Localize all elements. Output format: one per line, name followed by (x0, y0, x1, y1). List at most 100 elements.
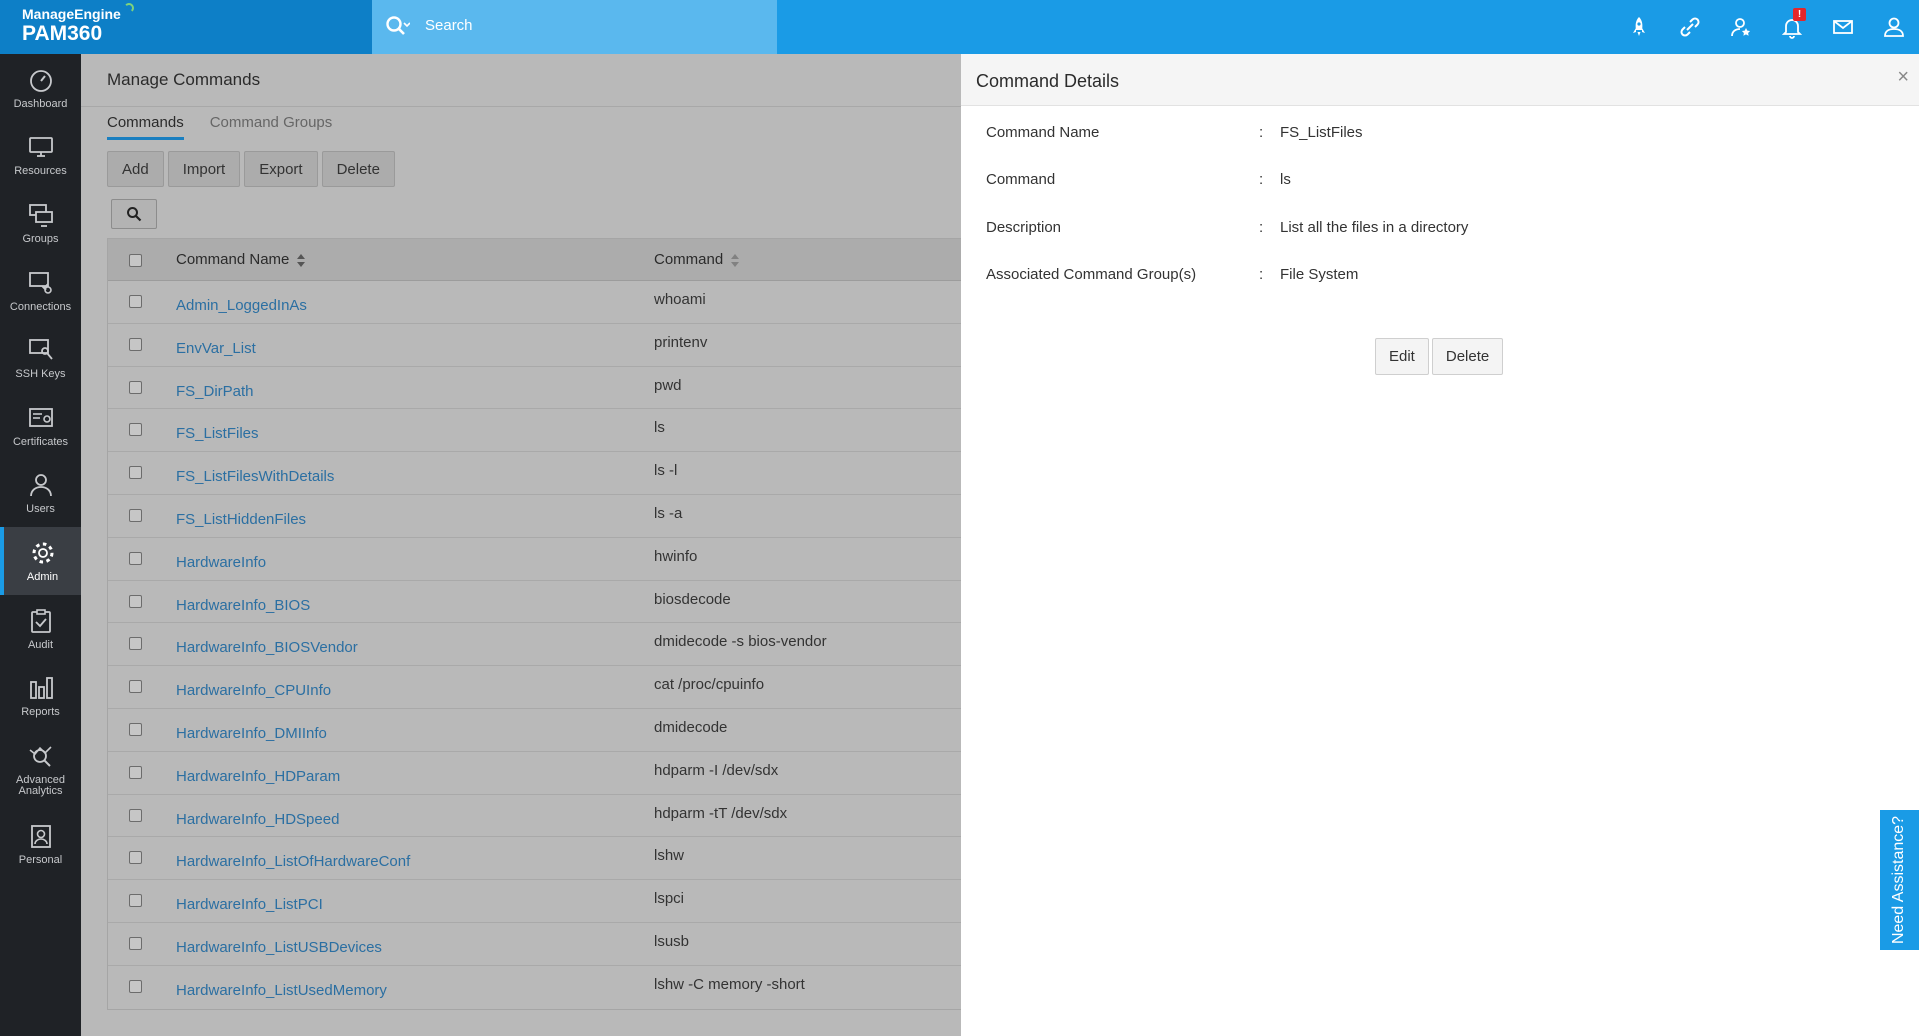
column-header-command-name[interactable]: Command Name (176, 251, 306, 268)
row-checkbox[interactable] (129, 979, 142, 993)
command-name-link[interactable]: FS_DirPath (176, 383, 254, 400)
delete-button[interactable]: Delete (321, 151, 395, 187)
command-cell: lspci (654, 890, 685, 908)
import-button[interactable]: Import (167, 151, 241, 187)
sidebar-item-audit[interactable]: Audit (0, 595, 81, 663)
command-name-link[interactable]: FS_ListFilesWithDetails (176, 468, 334, 485)
sidebar-item-label: Personal (18, 853, 63, 866)
command-name-link[interactable]: HardwareInfo_ListPCI (176, 896, 323, 913)
command-cell: dmidecode (654, 718, 728, 736)
sidebar-item-personal[interactable]: Personal (0, 810, 81, 878)
command-details-panel: Command Details × Command Name : FS_List… (961, 54, 1919, 1036)
delete-command-button[interactable]: Delete (1431, 338, 1504, 375)
row-checkbox[interactable] (129, 423, 142, 437)
row-checkbox[interactable] (129, 765, 142, 779)
table-row: Admin_LoggedInAs whoami (108, 281, 961, 324)
edit-button[interactable]: Edit (1375, 338, 1429, 375)
brand-logo[interactable]: ManageEngine PAM360 (0, 0, 372, 54)
command-name-link[interactable]: FS_ListHiddenFiles (176, 511, 306, 528)
command-name-link[interactable]: HardwareInfo_BIOS (176, 597, 310, 614)
tab-command-groups[interactable]: Command Groups (210, 114, 333, 140)
notifications-button[interactable]: ! (1766, 0, 1817, 54)
command-cell: biosdecode (654, 590, 731, 608)
command-cell: lsusb (654, 932, 690, 950)
table-header: Command Name Command (108, 239, 961, 281)
row-checkbox[interactable] (129, 808, 142, 822)
detail-value: List all the files in a directory (1280, 219, 1469, 236)
row-checkbox[interactable] (129, 637, 142, 651)
row-checkbox[interactable] (129, 936, 142, 950)
sidebar-item-users[interactable]: Users (0, 460, 81, 528)
sidebar-item-resources[interactable]: Resources (0, 122, 81, 190)
command-name-link[interactable]: HardwareInfo_ListUSBDevices (176, 939, 382, 956)
command-cell: hdparm -tT /dev/sdx (654, 804, 788, 822)
sidebar-item-admin[interactable]: Admin (0, 527, 81, 595)
command-cell: printenv (654, 333, 708, 351)
command-cell: cat /proc/cpuinfo (654, 676, 765, 694)
sidebar-item-advanced-analytics[interactable]: Advanced Analytics (0, 730, 81, 810)
command-name-link[interactable]: HardwareInfo_HDSpeed (176, 811, 339, 828)
brand-vendor: ManageEngine (22, 6, 121, 22)
command-name-link[interactable]: HardwareInfo (176, 554, 266, 571)
page-title: Manage Commands (107, 70, 261, 89)
command-name-link[interactable]: Admin_LoggedInAs (176, 297, 307, 314)
close-icon[interactable]: × (1897, 67, 1909, 87)
global-search[interactable]: Search (372, 0, 777, 54)
sidebar-item-reports[interactable]: Reports (0, 662, 81, 730)
add-button[interactable]: Add (107, 151, 164, 187)
command-name-link[interactable]: HardwareInfo_HDParam (176, 768, 340, 785)
command-name-link[interactable]: HardwareInfo_BIOSVendor (176, 639, 358, 656)
table-search-button[interactable] (111, 199, 157, 229)
table-row: EnvVar_List printenv (108, 324, 961, 367)
row-checkbox[interactable] (129, 594, 142, 608)
command-cell: ls -a (654, 504, 683, 522)
table-row: HardwareInfo_HDParam hdparm -I /dev/sdx (108, 752, 961, 795)
sidebar-item-connections[interactable]: Connections (0, 257, 81, 325)
messages-button[interactable] (1817, 0, 1868, 54)
connections-button[interactable] (1664, 0, 1715, 54)
command-name-link[interactable]: EnvVar_List (176, 340, 256, 357)
user-menu-button[interactable] (1868, 0, 1919, 54)
row-checkbox[interactable] (129, 466, 142, 480)
table-row: HardwareInfo hwinfo (108, 538, 961, 581)
select-all-checkbox[interactable] (129, 254, 142, 267)
sidebar-item-label: Groups (22, 232, 59, 245)
sidebar-item-groups[interactable]: Groups (0, 189, 81, 257)
command-name-link[interactable]: HardwareInfo_DMIInfo (176, 725, 327, 742)
details-title: Command Details (976, 71, 1120, 91)
column-header-command[interactable]: Command (654, 251, 740, 268)
sidebar-item-ssh-keys[interactable]: SSH Keys (0, 324, 81, 392)
sidebar-item-certificates[interactable]: Certificates (0, 392, 81, 460)
command-name-link[interactable]: HardwareInfo_ListUsedMemory (176, 982, 387, 999)
row-checkbox[interactable] (129, 894, 142, 908)
favorites-button[interactable] (1715, 0, 1766, 54)
rocket-button[interactable] (1613, 0, 1664, 54)
row-checkbox[interactable] (129, 551, 142, 565)
row-checkbox[interactable] (129, 722, 142, 736)
row-checkbox[interactable] (129, 380, 142, 394)
row-checkbox[interactable] (129, 508, 142, 522)
row-checkbox[interactable] (129, 680, 142, 694)
row-checkbox[interactable] (129, 295, 142, 308)
row-checkbox[interactable] (129, 337, 142, 351)
command-name-link[interactable]: FS_ListFiles (176, 425, 259, 442)
table-row: HardwareInfo_ListOfHardwareConf lshw (108, 837, 961, 881)
command-name-link[interactable]: HardwareInfo_CPUInfo (176, 682, 331, 699)
table-row: HardwareInfo_ListUSBDevices lsusb (108, 923, 961, 966)
details-header: Command Details × (961, 54, 1919, 106)
need-assistance-tab[interactable]: Need Assistance? (1880, 810, 1919, 950)
key-monitor-icon (28, 339, 53, 360)
tab-commands[interactable]: Commands (107, 114, 184, 140)
connection-monitor-icon (28, 271, 52, 294)
brand-swoosh-icon (124, 3, 134, 13)
command-cell: pwd (654, 376, 682, 394)
detail-label: Description (986, 219, 1062, 236)
detail-value: ls (1280, 171, 1291, 188)
search-input[interactable]: Search (425, 17, 473, 34)
row-checkbox[interactable] (129, 851, 142, 865)
sidebar-item-dashboard[interactable]: Dashboard (0, 54, 81, 122)
export-button[interactable]: Export (244, 151, 318, 187)
detail-label: Command Name (986, 124, 1100, 141)
command-name-link[interactable]: HardwareInfo_ListOfHardwareConf (176, 853, 410, 870)
table-row: FS_DirPath pwd (108, 367, 961, 410)
